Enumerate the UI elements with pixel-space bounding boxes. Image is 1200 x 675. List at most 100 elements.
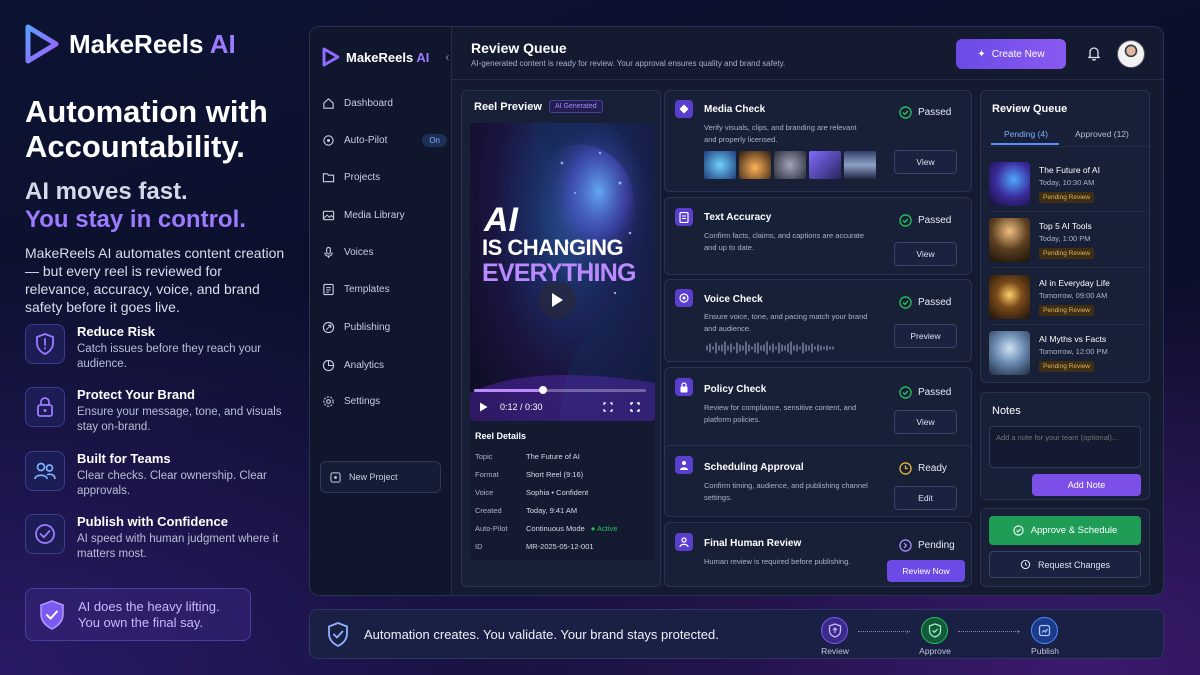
publish-step-icon xyxy=(1031,617,1058,644)
callout-line-1: AI does the heavy lifting. xyxy=(78,598,220,614)
request-changes-button[interactable]: Request Changes xyxy=(989,551,1141,578)
media-thumb[interactable] xyxy=(774,151,806,179)
feature-title: Built for Teams xyxy=(77,451,171,466)
check-card-scheduling: Scheduling Approval Confirm timing, audi… xyxy=(664,445,972,517)
view-button[interactable]: View xyxy=(894,242,957,266)
sidebar-item-analytics[interactable]: Analytics xyxy=(322,353,447,377)
gear-icon xyxy=(323,395,334,407)
header-divider xyxy=(452,79,1163,80)
collapse-chevron-icon[interactable]: ‹ xyxy=(445,50,449,64)
video-player[interactable]: AI IS CHANGING EVERYTHING 0:12 / 0:30 xyxy=(470,123,655,421)
play-button[interactable] xyxy=(538,281,576,319)
note-input[interactable] xyxy=(989,426,1141,468)
home-icon xyxy=(323,97,334,109)
refresh-icon xyxy=(1020,559,1031,570)
queue-item-title: The Future of AI xyxy=(1039,165,1100,175)
sparkle-icon: ✦ xyxy=(977,48,986,60)
play-small-icon[interactable] xyxy=(479,402,488,412)
check-desc: Ensure voice, tone, and pacing match you… xyxy=(704,312,868,333)
check-desc: Confirm facts, claims, and captions are … xyxy=(704,231,865,252)
bell-icon[interactable] xyxy=(1087,45,1101,61)
status-passed: Passed xyxy=(899,386,951,399)
check-card-voice: Voice Check Ensure voice, tone, and paci… xyxy=(664,279,972,362)
sidebar-item-dashboard[interactable]: Dashboard xyxy=(322,91,447,115)
step-label-approve: Approve xyxy=(919,646,951,656)
edit-button[interactable]: Edit xyxy=(894,486,957,510)
media-thumb[interactable] xyxy=(704,151,736,179)
nav-label: Templates xyxy=(344,283,390,295)
detail-row: ID MR-2025-05-12-001 xyxy=(475,542,594,551)
callout: AI does the heavy lifting. You own the fi… xyxy=(25,588,251,641)
hero-tagline-2: You stay in control. xyxy=(25,206,246,233)
nav-label: Analytics xyxy=(344,359,385,371)
document-icon xyxy=(675,208,693,226)
play-logo-icon xyxy=(25,24,59,64)
status-passed: Passed xyxy=(899,296,951,309)
queue-item[interactable]: Top 5 AI Tools Today, 1:00 PM Pending Revi… xyxy=(989,218,1145,268)
feature-desc: Ensure your message, tone, and visuals s… xyxy=(77,406,282,433)
sidebar-item-publishing[interactable]: Publishing xyxy=(322,315,447,339)
media-thumb[interactable] xyxy=(809,151,841,179)
tab-pending[interactable]: Pending (4) xyxy=(1004,129,1048,139)
reel-details-title: Reel Details xyxy=(475,431,527,441)
queue-item[interactable]: AI in Everyday Life Tomorrow, 09:00 AM Pen… xyxy=(989,275,1145,325)
nav-label: Dashboard xyxy=(344,97,393,109)
check-desc: Review for compliance, sensitive content… xyxy=(704,403,857,424)
sidebar-brand: MakeReels AI ‹ xyxy=(322,47,449,67)
pending-arrow-icon xyxy=(899,539,912,552)
review-now-button[interactable]: Review Now xyxy=(887,560,965,582)
app-window: MakeReels AI ‹ Dashboard Auto-Pilot On Pr… xyxy=(309,26,1164,596)
progress-track[interactable] xyxy=(474,386,646,394)
progress-knob[interactable] xyxy=(538,386,547,394)
check-circle-icon xyxy=(899,296,912,309)
status-pending: Pending xyxy=(899,539,955,552)
tab-approved[interactable]: Approved (12) xyxy=(1075,129,1129,139)
send-icon xyxy=(322,321,335,333)
brand-name: MakeReels AI xyxy=(69,28,236,59)
crop-icon[interactable] xyxy=(603,402,613,412)
sidebar-item-projects[interactable]: Projects xyxy=(322,165,447,189)
media-thumb[interactable] xyxy=(844,151,876,179)
create-new-button[interactable]: ✦ Create New xyxy=(956,39,1066,69)
feature-desc: Clear checks. Clear ownership. Clear app… xyxy=(77,470,267,497)
check-card-text: Text Accuracy Confirm facts, claims, and… xyxy=(664,197,972,275)
step-review xyxy=(821,617,848,644)
nav-label: Publishing xyxy=(344,321,391,333)
fullscreen-icon[interactable] xyxy=(630,402,640,412)
queue-thumbnail xyxy=(989,331,1030,375)
progress-fill xyxy=(474,389,543,392)
sidebar-item-media-library[interactable]: Media Library xyxy=(322,203,447,227)
avatar[interactable] xyxy=(1117,40,1145,68)
queue-item-time: Tomorrow, 12:00 PM xyxy=(1039,347,1108,356)
person-upload-icon xyxy=(675,456,693,474)
review-step-icon xyxy=(821,617,848,644)
queue-item-title: AI in Everyday Life xyxy=(1039,278,1110,288)
sidebar-item-templates[interactable]: Templates xyxy=(322,277,447,301)
queue-item[interactable]: AI Myths vs Facts Tomorrow, 12:00 PM Pendi… xyxy=(989,331,1145,381)
view-button[interactable]: View xyxy=(894,410,957,434)
status-passed: Passed xyxy=(899,214,951,227)
sidebar-item-settings[interactable]: Settings xyxy=(322,389,447,413)
approve-schedule-button[interactable]: Approve & Schedule xyxy=(989,516,1141,545)
check-card-media: Media Check Verify visuals, clips, and b… xyxy=(664,90,972,192)
step-publish xyxy=(1031,617,1058,644)
pending-badge: Pending Review xyxy=(1039,192,1094,203)
sidebar-brand-suffix: AI xyxy=(416,49,430,65)
view-button[interactable]: View xyxy=(894,150,957,174)
new-project-button[interactable]: New Project xyxy=(320,461,441,493)
queue-thumbnail xyxy=(989,275,1030,319)
reel-preview-title: Reel Preview xyxy=(474,101,542,113)
sidebar: MakeReels AI ‹ Dashboard Auto-Pilot On Pr… xyxy=(310,27,452,595)
reel-preview-panel: Reel Preview AI Generated AI IS CHANGING… xyxy=(461,90,661,587)
sidebar-item-voices[interactable]: Voices xyxy=(322,240,447,264)
reel-details: Reel Details Topic The Future of AI Forma… xyxy=(470,421,655,560)
hero-headline: Automation with Accountability. xyxy=(25,94,268,164)
sidebar-item-autopilot[interactable]: Auto-Pilot On xyxy=(322,128,447,152)
check-circle-icon xyxy=(899,386,912,399)
media-thumb[interactable] xyxy=(739,151,771,179)
add-note-button[interactable]: Add Note xyxy=(1032,474,1141,496)
preview-button[interactable]: Preview xyxy=(894,324,957,348)
notes-title: Notes xyxy=(992,405,1021,417)
queue-item[interactable]: The Future of AI Today, 10:30 AM Pending R… xyxy=(989,162,1145,212)
check-title: Media Check xyxy=(704,104,766,115)
